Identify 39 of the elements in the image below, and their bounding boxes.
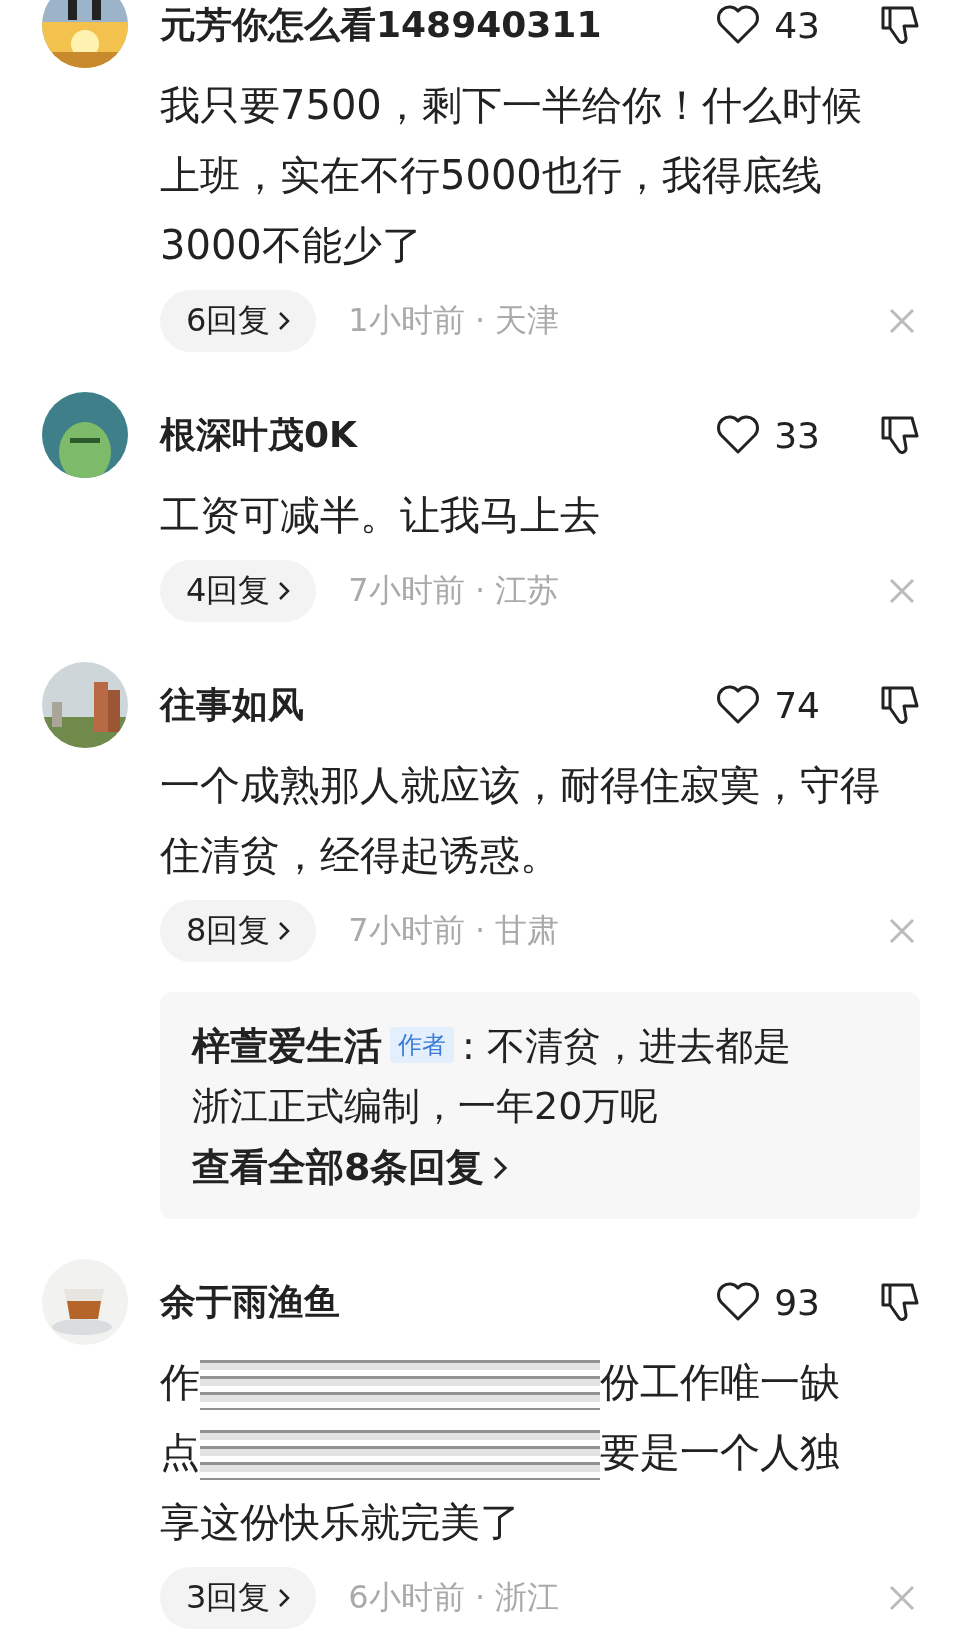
heart-icon <box>716 1282 761 1322</box>
replies-button[interactable]: 3回复 <box>160 1567 317 1629</box>
like-button[interactable]: 74 <box>716 684 820 726</box>
user-name[interactable]: 根深叶茂0K <box>160 410 717 460</box>
chevron-icon <box>278 581 291 601</box>
comment-text: 享这份快乐就完美了 <box>160 1498 520 1547</box>
chevron-icon <box>278 921 291 941</box>
comment-text: 我只要7500，剩下一半给你！什么时候上班，实在不行5000也行，我得底线3000不能少了 <box>160 81 863 270</box>
user-name[interactable]: 元芳你怎么看148940311 <box>160 0 717 50</box>
replies-button[interactable]: 8回复 <box>160 900 317 962</box>
chevron-icon <box>492 1154 509 1181</box>
thumb-down-icon[interactable] <box>880 4 920 46</box>
chevron-icon <box>278 311 291 331</box>
thumb-down-icon[interactable] <box>880 414 920 456</box>
comment-text: 作 <box>160 1358 200 1407</box>
replies-button[interactable]: 4回复 <box>160 560 317 622</box>
time-location: 7小时前 · 甘肃 <box>348 910 561 951</box>
comment-text: 要是一个人独 <box>600 1428 840 1477</box>
reply-text: 梓萱爱生活 作者 : 不清贫，进去都是浙江正式编制，一年20万呢 <box>192 1023 792 1130</box>
thumb-down-icon[interactable] <box>880 684 920 726</box>
heart-icon <box>716 5 761 45</box>
comment-text: 份工作唯一缺 <box>600 1358 840 1407</box>
like-button[interactable]: 43 <box>716 4 820 46</box>
user-name[interactable]: 余于雨渔鱼 <box>160 1277 717 1327</box>
chevron-icon <box>278 1588 291 1608</box>
like-button[interactable]: 33 <box>716 414 820 456</box>
like-button[interactable]: 93 <box>716 1281 820 1323</box>
comment-text: 点 <box>160 1428 200 1477</box>
heart-icon <box>716 685 761 725</box>
time-location: 1小时前 · 天津 <box>348 300 561 341</box>
time-location: 6小时前 · 浙江 <box>348 1577 561 1618</box>
comment-text: 一个成熟那人就应该，耐得住寂寞，守得住清贫，经得起诱惑。 <box>160 761 880 880</box>
view-all-replies-link[interactable]: 查看全部8条回复 <box>192 1142 509 1193</box>
time-location: 7小时前 · 江苏 <box>348 570 561 611</box>
replies-button[interactable]: 6回复 <box>160 290 317 352</box>
heart-icon <box>716 415 761 455</box>
comment-text: 工资可减半。让我马上去 <box>160 491 601 540</box>
thumb-down-icon[interactable] <box>880 1281 920 1323</box>
user-name[interactable]: 往事如风 <box>160 680 717 730</box>
